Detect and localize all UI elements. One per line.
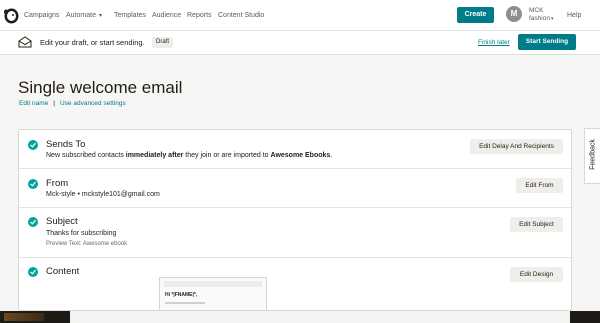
sends-to-audience: Awesome Ebooks bbox=[270, 152, 331, 159]
help-link[interactable]: Help bbox=[567, 12, 581, 19]
account-org: fashion bbox=[529, 15, 550, 22]
draft-title: Edit your draft, or start sending. bbox=[40, 38, 145, 47]
start-sending-button[interactable]: Start Sending bbox=[518, 34, 576, 50]
edit-from-button[interactable]: Edit From bbox=[516, 178, 563, 193]
check-circle-icon bbox=[28, 217, 38, 227]
subject-description: Thanks for subscribing bbox=[46, 230, 117, 237]
nav-templates[interactable]: Templates bbox=[114, 12, 146, 19]
sends-to-desc-part: New subscribed contacts bbox=[46, 152, 126, 159]
account-menu[interactable]: MCK fashion▾ bbox=[529, 7, 553, 23]
from-title: From bbox=[46, 178, 69, 189]
sends-to-timing: immediately after bbox=[125, 152, 184, 159]
preview-text-line bbox=[165, 302, 205, 304]
preview-text: Preview Text: Awesome ebook bbox=[46, 241, 128, 247]
top-navigation: Campaigns Automate ▾ Templates Audience R… bbox=[0, 0, 600, 31]
check-circle-icon bbox=[28, 179, 38, 189]
preview-greeting: Hi *|FNAME|*, bbox=[165, 292, 198, 298]
sends-to-desc-end: . bbox=[330, 152, 333, 159]
chevron-down-icon: ▾ bbox=[550, 16, 554, 22]
page-title: Single welcome email bbox=[18, 78, 183, 97]
check-circle-icon bbox=[28, 267, 38, 277]
checklist-row-subject: Subject Thanks for subscribing Preview T… bbox=[19, 208, 571, 258]
content-title: Content bbox=[46, 266, 80, 277]
chevron-down-icon: ▾ bbox=[98, 13, 102, 19]
edit-name-link[interactable]: Edit name bbox=[19, 100, 48, 107]
edit-design-button[interactable]: Edit Design bbox=[510, 267, 563, 282]
checklist-row-from: From Mck-style • mckstyle101@gmail.com E… bbox=[19, 169, 571, 208]
nav-reports[interactable]: Reports bbox=[187, 12, 212, 19]
edit-delay-recipients-button[interactable]: Edit Delay And Recipients bbox=[470, 139, 563, 154]
create-button[interactable]: Create bbox=[457, 7, 494, 23]
background-image bbox=[4, 313, 44, 321]
link-separator: | bbox=[53, 100, 55, 107]
preview-header-bar bbox=[164, 281, 262, 287]
account-name: MCK bbox=[529, 7, 544, 14]
feedback-label: Feedback bbox=[589, 139, 597, 170]
feedback-tab[interactable]: Feedback bbox=[584, 128, 600, 184]
nav-audience[interactable]: Audience bbox=[152, 12, 181, 19]
email-design-preview[interactable]: Hi *|FNAME|*, bbox=[159, 277, 267, 310]
mailchimp-logo-icon[interactable] bbox=[3, 6, 20, 25]
advanced-settings-link[interactable]: Use advanced settings bbox=[60, 100, 126, 107]
title-actions: Edit name | Use advanced settings bbox=[19, 100, 126, 107]
draft-bar: Edit your draft, or start sending. Draft… bbox=[0, 31, 600, 55]
nav-content-studio[interactable]: Content Studio bbox=[218, 12, 264, 19]
envelope-icon bbox=[18, 36, 32, 48]
footer-bar bbox=[70, 311, 570, 323]
sends-to-title: Sends To bbox=[46, 139, 86, 150]
from-description: Mck-style • mckstyle101@gmail.com bbox=[46, 191, 160, 198]
finish-later-link[interactable]: Finish later bbox=[478, 39, 510, 46]
status-badge: Draft bbox=[152, 37, 174, 48]
sends-to-desc-part: they join or are imported to bbox=[183, 152, 271, 159]
nav-campaigns[interactable]: Campaigns bbox=[24, 12, 59, 19]
subject-title: Subject bbox=[46, 216, 78, 227]
email-checklist: Sends To New subscribed contacts immedia… bbox=[18, 129, 572, 311]
edit-subject-button[interactable]: Edit Subject bbox=[510, 217, 563, 232]
nav-automate-label: Automate bbox=[66, 12, 96, 19]
checklist-row-sends-to: Sends To New subscribed contacts immedia… bbox=[19, 130, 571, 169]
avatar[interactable]: M bbox=[506, 6, 522, 22]
check-circle-icon bbox=[28, 140, 38, 150]
sends-to-description: New subscribed contacts immediately afte… bbox=[46, 152, 332, 159]
bottom-strip bbox=[0, 311, 600, 323]
checklist-row-content: Content Edit Design bbox=[19, 258, 571, 310]
nav-automate[interactable]: Automate ▾ bbox=[66, 12, 102, 19]
